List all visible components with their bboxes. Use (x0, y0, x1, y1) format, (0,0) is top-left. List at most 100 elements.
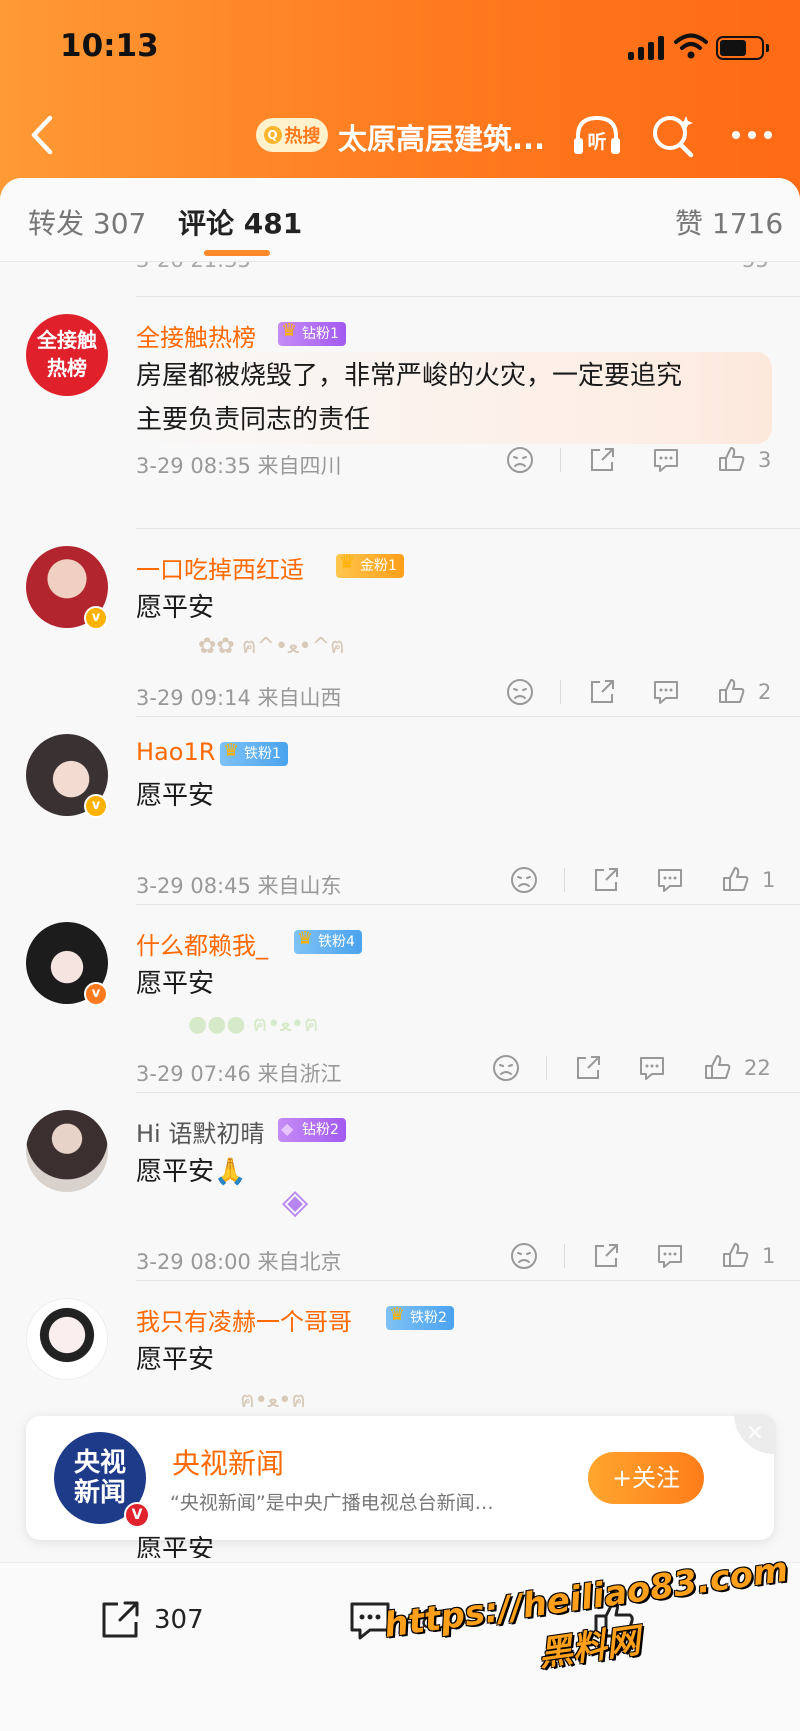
fan-badge: 钻粉1 (278, 319, 346, 346)
divider (564, 1244, 565, 1268)
hot-search-badge[interactable]: Q 热搜 (256, 118, 328, 152)
comment-meta: 3-29 08:45 来自山东 (136, 874, 342, 898)
comment-meta: 3-29 08:35 来自四川 (136, 454, 342, 478)
comment-username[interactable]: 我只有凌赫一个哥哥 (136, 1302, 352, 1337)
tab-repost[interactable]: 转发 307 (28, 202, 146, 242)
logo-text: 央视 (73, 1448, 126, 1478)
cellular-signal-icon (628, 36, 666, 60)
comment-text: 房屋都被烧毁了，非常严峻的火灾，一定要追究 主要负责同志的责任 (124, 352, 772, 444)
status-time: 10:13 (60, 28, 159, 64)
comment-username[interactable]: 什么都赖我_ (136, 926, 268, 961)
like-count: 2 (758, 680, 772, 704)
comment-username[interactable]: Hi 语默初晴 (136, 1114, 264, 1149)
like-icon[interactable] (720, 1240, 752, 1272)
fan-badge: 铁粉2 (386, 1303, 454, 1330)
comment-username[interactable]: 全接触热榜 (136, 318, 256, 353)
decor-sticker-icon: ฅ•ﻌ•ฅ (240, 1388, 307, 1413)
dislike-icon[interactable] (490, 1052, 522, 1084)
share-icon[interactable] (590, 1240, 622, 1272)
repost-button[interactable]: 307 (96, 1595, 204, 1645)
like-icon[interactable] (720, 864, 752, 896)
listen-headphones-icon[interactable]: 听 (570, 110, 624, 160)
comment-text-line: 房屋都被烧毁了，非常严峻的火灾，一定要追究 (136, 361, 683, 391)
repost-icon (102, 1601, 139, 1638)
comment-text: 愿平安 (136, 593, 215, 623)
dislike-icon[interactable] (504, 444, 536, 476)
banner-account-name[interactable]: 央视新闻 (172, 1442, 284, 1482)
search-icon[interactable] (648, 110, 700, 160)
tab-likes[interactable]: 赞 1716 (675, 202, 783, 242)
divider (136, 904, 800, 905)
like-count: 1 (762, 868, 776, 892)
comment-text: 愿平安 (136, 781, 215, 811)
comment-icon[interactable] (654, 1240, 686, 1272)
comment-icon[interactable] (650, 676, 682, 708)
comment-text: 愿平安 (136, 1535, 215, 1558)
divider (136, 1280, 800, 1281)
dislike-icon[interactable] (508, 1240, 540, 1272)
share-icon[interactable] (572, 1052, 604, 1084)
comment-item: 全接触 热榜 全接触热榜 钻粉1 房屋都被烧毁了，非常严峻的火灾，一定要追究 主… (0, 298, 800, 486)
verified-badge-icon: v (84, 606, 108, 630)
divider (560, 680, 561, 704)
more-options-icon[interactable] (726, 112, 778, 158)
share-icon[interactable] (586, 676, 618, 708)
verified-badge-icon: V (124, 1502, 150, 1528)
banner-account-description: “央视新闻”是中央广播电视总台新闻… (170, 1492, 494, 1514)
comment-meta: 3-29 09:14 来自山西 (136, 686, 342, 710)
share-icon[interactable] (590, 864, 622, 896)
verified-badge-icon: v (84, 982, 108, 1006)
page-title: 太原高层建筑... (338, 122, 546, 156)
tab-bar: 转发 307 评论 481 赞 1716 (0, 178, 800, 262)
like-icon[interactable] (702, 1052, 734, 1084)
decor-sticker-icon: ●●● ฅ•ﻌ•ฅ (188, 1012, 319, 1037)
comment-username[interactable]: 一口吃掉西红适 (136, 550, 304, 585)
like-count: 1 (762, 1244, 776, 1268)
fan-badge: 铁粉4 (294, 927, 362, 954)
comment-icon[interactable] (636, 1052, 668, 1084)
diamond-sticker-icon: ◈ (282, 1182, 309, 1222)
avatar[interactable]: 全接触 热榜 (26, 314, 108, 396)
comment-item: v 什么都赖我_ 铁粉4 愿平安 ●●● ฅ•ﻌ•ฅ 3-29 07:46 来自… (0, 906, 800, 1094)
comment-text: 愿平安 (136, 1345, 215, 1375)
previous-comment-time: 3-26 21:35 (136, 262, 251, 272)
repost-count: 307 (154, 1605, 204, 1635)
previous-comment-footer: 3-26 21:35 55 (0, 262, 800, 290)
tab-comments[interactable]: 评论 481 (178, 202, 302, 242)
like-count: 3 (758, 448, 772, 472)
comment-meta: 3-29 08:00 来自北京 (136, 1250, 342, 1274)
avatar[interactable] (26, 1110, 108, 1192)
comment-text: 愿平安🙏 (136, 1157, 247, 1187)
comment-icon[interactable] (654, 864, 686, 896)
like-count: 22 (744, 1056, 771, 1080)
fan-badge: 金粉1 (336, 551, 404, 578)
fan-badge: 钻粉2 (278, 1117, 346, 1142)
tab-active-indicator (204, 250, 270, 256)
follow-recommendation-banner[interactable]: 央视 新闻 V 央视新闻 “央视新闻”是中央广播电视总台新闻… +关注 × (26, 1414, 776, 1540)
wifi-icon (674, 33, 708, 59)
previous-comment-likes: 55 (742, 262, 769, 272)
close-icon[interactable]: × (734, 1414, 776, 1454)
dislike-icon[interactable] (504, 676, 536, 708)
divider (564, 868, 565, 892)
like-icon[interactable] (716, 676, 748, 708)
divider (546, 1056, 547, 1080)
dislike-icon[interactable] (508, 864, 540, 896)
share-icon[interactable] (586, 444, 618, 476)
comment-icon[interactable] (650, 444, 682, 476)
header: 10:13 Q 热搜 太原高层建筑... 听 (0, 0, 800, 200)
comment-item: Hi 语默初晴 钻粉2 愿平安🙏 ◈ 3-29 08:00 来自北京 1 (0, 1094, 800, 1282)
avatar-text: 全接触 热榜 (37, 328, 97, 380)
comment-username[interactable]: Hao1R (136, 738, 215, 766)
comment-text-line: 主要负责同志的责任 (136, 405, 371, 435)
follow-button[interactable]: +关注 (588, 1452, 704, 1504)
divider (136, 716, 800, 717)
avatar[interactable] (26, 1298, 108, 1380)
divider (136, 528, 800, 529)
back-button[interactable] (18, 110, 68, 160)
comment-item: v 一口吃掉西红适 金粉1 愿平安 ✿✿ ฅ^•ﻌ•^ฅ 3-29 09:14 … (0, 530, 800, 718)
like-icon[interactable] (716, 444, 748, 476)
verified-badge-icon: v (84, 794, 108, 818)
hot-badge-label: 热搜 (284, 126, 321, 147)
nav-bar: Q 热搜 太原高层建筑... 听 (0, 96, 800, 176)
